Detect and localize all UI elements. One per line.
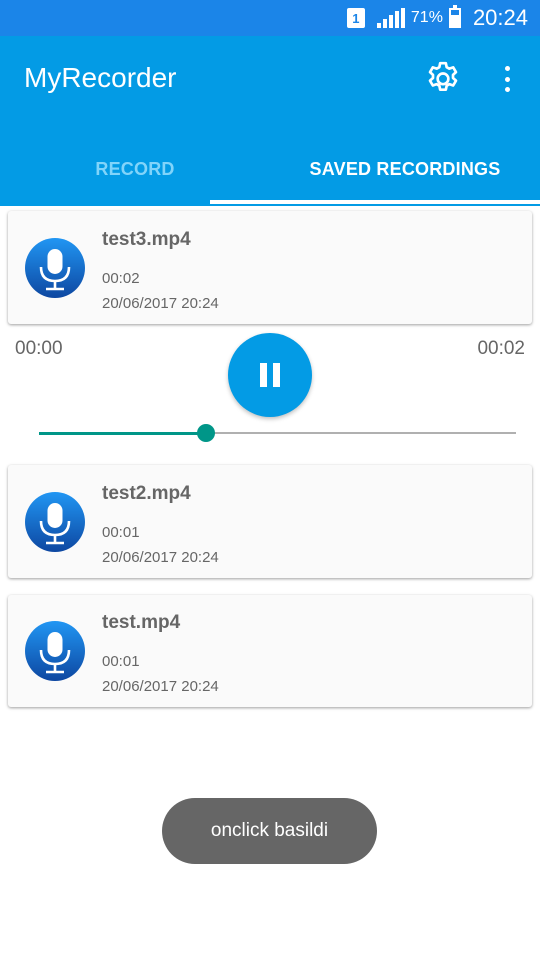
recording-card[interactable]: test.mp4 00:01 20/06/2017 20:24 — [8, 595, 532, 707]
recording-name: test3.mp4 — [102, 229, 191, 250]
recording-duration: 00:01 — [102, 524, 140, 541]
battery-icon — [448, 5, 461, 28]
microphone-icon — [25, 621, 85, 681]
recording-date: 20/06/2017 20:24 — [102, 295, 219, 312]
gear-icon[interactable] — [423, 59, 463, 99]
current-time: 00:00 — [15, 338, 63, 359]
tab-indicator — [210, 200, 540, 204]
recording-date: 20/06/2017 20:24 — [102, 678, 219, 695]
recording-duration: 00:01 — [102, 653, 140, 670]
seek-thumb[interactable] — [196, 424, 215, 442]
sim-icon: 1 — [346, 8, 365, 28]
microphone-icon — [25, 492, 85, 552]
toast-message: onclick basildi — [162, 798, 377, 864]
recording-card[interactable]: test2.mp4 00:01 20/06/2017 20:24 — [8, 465, 532, 578]
tab-record[interactable]: RECORD — [0, 136, 270, 202]
tab-saved-recordings[interactable]: SAVED RECORDINGS — [270, 136, 540, 202]
app-bar: MyRecorder RECORD SAVED RECORDINGS — [0, 36, 540, 206]
tab-bar: RECORD SAVED RECORDINGS — [0, 136, 540, 202]
seek-progress — [39, 432, 206, 435]
recording-card[interactable]: test3.mp4 00:02 20/06/2017 20:24 — [8, 211, 532, 324]
more-vert-icon[interactable] — [498, 64, 516, 94]
signal-icon — [376, 8, 405, 28]
total-time: 00:02 — [477, 338, 525, 359]
pause-button[interactable] — [228, 333, 312, 417]
status-bar: 1 71% 20:24 — [0, 0, 540, 36]
recording-date: 20/06/2017 20:24 — [102, 549, 219, 566]
recording-name: test2.mp4 — [102, 483, 191, 504]
microphone-icon — [25, 238, 85, 298]
recording-name: test.mp4 — [102, 612, 181, 633]
clock: 20:24 — [472, 5, 528, 30]
battery-percent: 71% — [410, 9, 443, 26]
app-title: MyRecorder — [24, 62, 177, 93]
pause-icon — [260, 363, 267, 387]
recording-duration: 00:02 — [102, 270, 140, 287]
